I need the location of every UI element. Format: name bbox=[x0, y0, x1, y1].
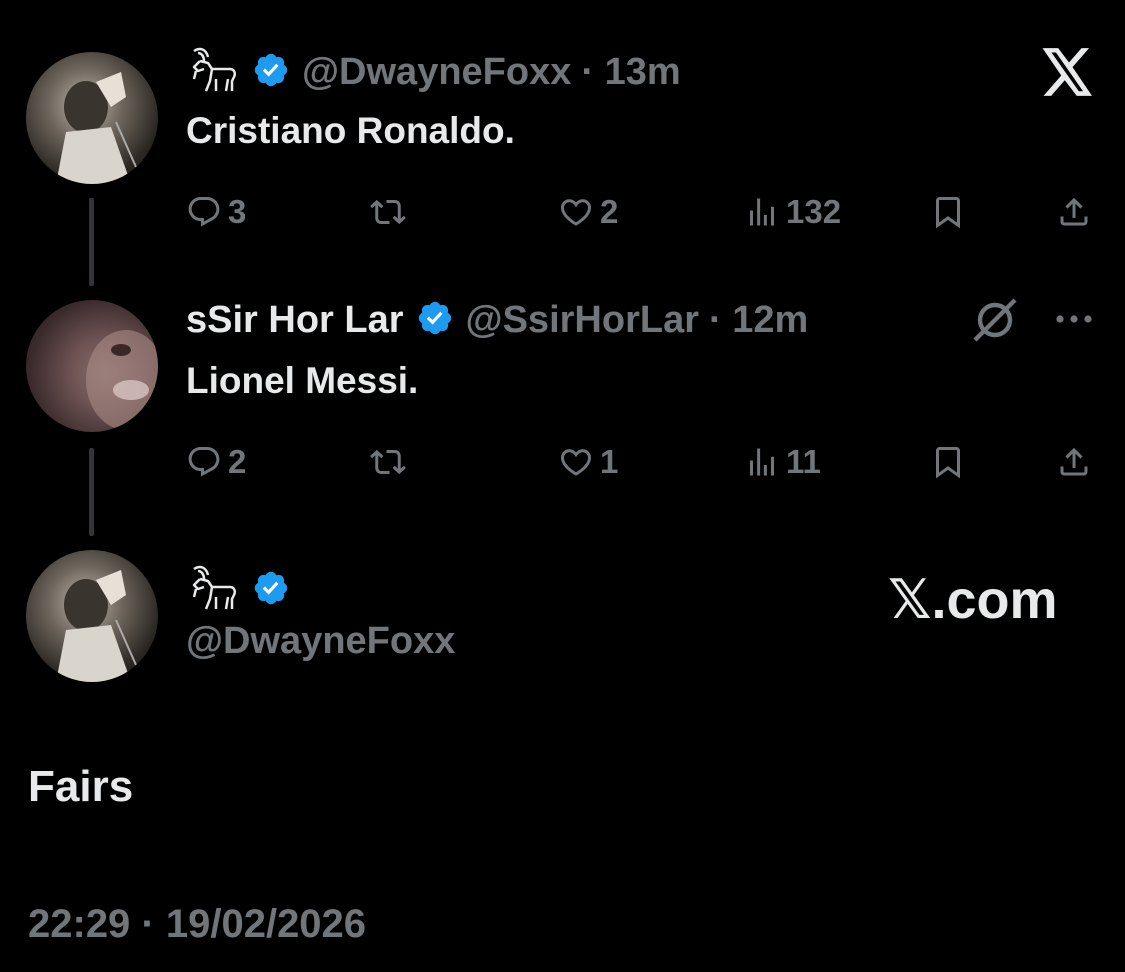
avatar-image bbox=[86, 330, 158, 430]
like-button[interactable]: 1 bbox=[558, 442, 618, 482]
views-icon bbox=[750, 198, 774, 226]
bookmark-icon bbox=[936, 447, 960, 479]
x-logo-icon[interactable] bbox=[1042, 48, 1094, 101]
retweet-button[interactable] bbox=[370, 192, 406, 232]
verified-badge-icon bbox=[416, 299, 454, 342]
bookmark-icon bbox=[936, 197, 960, 229]
like-icon bbox=[560, 449, 592, 476]
main-handle[interactable]: @DwayneFoxx bbox=[186, 620, 455, 663]
avatar-image bbox=[56, 72, 137, 184]
tweet2-actions: 2 1 11 bbox=[186, 442, 1096, 482]
views-button[interactable]: 11 bbox=[744, 442, 821, 482]
thread-line bbox=[89, 448, 94, 536]
bookmark-button[interactable] bbox=[930, 192, 966, 232]
reply-button[interactable]: 3 bbox=[186, 192, 246, 232]
like-count: 1 bbox=[600, 443, 619, 480]
main-name-row bbox=[186, 565, 302, 614]
views-count: 132 bbox=[786, 193, 842, 230]
retweet-icon bbox=[370, 199, 406, 225]
like-button[interactable]: 2 bbox=[558, 192, 618, 232]
tweet2-handle[interactable]: @SsirHorLar bbox=[466, 299, 699, 342]
like-icon bbox=[560, 199, 592, 226]
views-icon bbox=[750, 448, 774, 476]
like-count: 2 bbox=[600, 193, 619, 230]
tweet1-header: @DwayneFoxx · 13m bbox=[186, 47, 681, 96]
reply-count: 2 bbox=[228, 443, 247, 480]
grok-icon[interactable] bbox=[970, 296, 1020, 349]
tweet1-time: · 13m bbox=[581, 50, 681, 93]
verified-badge-icon bbox=[252, 569, 290, 612]
brand-watermark: 𝕏.com bbox=[888, 570, 1058, 630]
share-button[interactable] bbox=[1056, 442, 1092, 482]
reply-count: 3 bbox=[228, 193, 247, 230]
share-icon bbox=[1060, 197, 1088, 226]
timestamp: 22:29 · 19/02/2026 bbox=[28, 902, 367, 946]
tweet1-text: Cristiano Ronaldo. bbox=[186, 110, 515, 151]
tweet2-text: Lionel Messi. bbox=[186, 360, 419, 401]
reply-icon bbox=[188, 197, 220, 227]
bookmark-button[interactable] bbox=[930, 442, 966, 482]
retweet-icon bbox=[370, 449, 406, 475]
reply-icon bbox=[188, 447, 220, 477]
views-button[interactable]: 132 bbox=[744, 192, 841, 232]
tweet2-time: · 12m bbox=[709, 298, 809, 341]
views-count: 11 bbox=[786, 443, 821, 480]
avatar-dwaynefoxx[interactable] bbox=[26, 550, 158, 682]
tweet1-handle[interactable]: @DwayneFoxx bbox=[302, 51, 571, 94]
avatar-image bbox=[56, 570, 137, 682]
tweet1-actions: 3 2 132 bbox=[186, 192, 1096, 232]
tweet2-header: sSir Hor Lar @SsirHorLar · 12m bbox=[186, 296, 808, 344]
reply-button[interactable]: 2 bbox=[186, 442, 246, 482]
share-button[interactable] bbox=[1056, 192, 1092, 232]
main-text: Fairs bbox=[28, 762, 134, 811]
avatar-ssirhorlar[interactable] bbox=[26, 300, 158, 432]
retweet-button[interactable] bbox=[370, 442, 406, 482]
goat-icon bbox=[186, 563, 240, 618]
share-icon bbox=[1060, 447, 1088, 476]
tweet2-name[interactable]: sSir Hor Lar bbox=[186, 299, 404, 342]
goat-icon bbox=[186, 45, 240, 100]
thread-line bbox=[89, 198, 94, 286]
more-icon[interactable] bbox=[1054, 310, 1094, 333]
verified-badge-icon bbox=[252, 51, 290, 94]
avatar-dwaynefoxx[interactable] bbox=[26, 52, 158, 184]
